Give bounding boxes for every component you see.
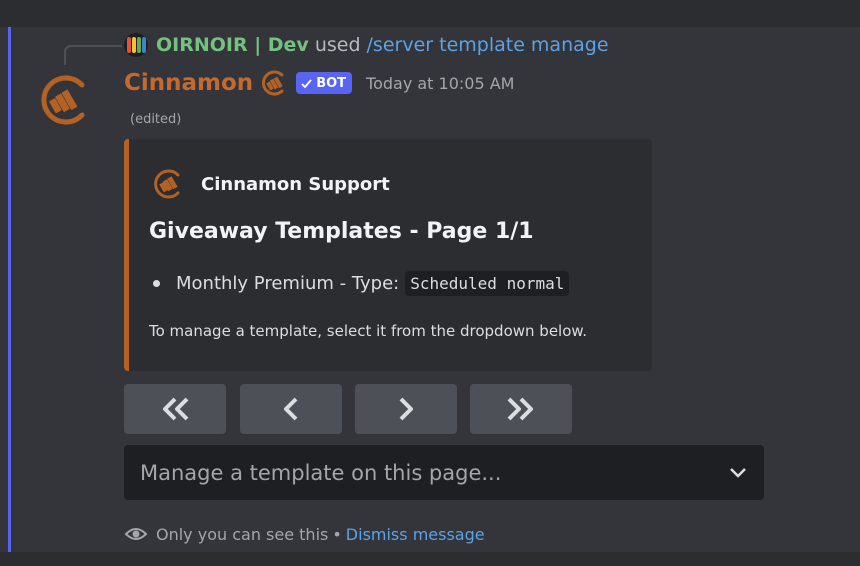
embed-list-item: Monthly Premium - Type: Scheduled normal (153, 271, 570, 296)
bot-avatar[interactable] (36, 71, 94, 129)
template-type-code: Scheduled normal (405, 271, 570, 296)
embed-author: Cinnamon Support (151, 167, 390, 201)
embed-description: To manage a template, select it from the… (149, 322, 588, 340)
reply-spine (64, 45, 122, 65)
embed-title: Giveaway Templates - Page 1/1 (149, 219, 534, 244)
highlight-bar (8, 27, 11, 552)
embed: Cinnamon Support Giveaway Templates - Pa… (124, 139, 652, 371)
bot-tag-label: BOT (316, 75, 347, 91)
top-strip (0, 0, 860, 27)
select-placeholder: Manage a template on this page... (140, 460, 502, 485)
dismiss-message-link[interactable]: Dismiss message (346, 525, 485, 544)
embed-author-icon (154, 169, 180, 199)
eye-icon (124, 528, 148, 540)
bot-tag: BOT (296, 72, 353, 94)
verified-check-icon (301, 78, 312, 88)
chevron-left-icon (284, 397, 298, 421)
double-chevron-right-icon (507, 397, 533, 421)
visibility-note: Only you can see this (156, 524, 329, 544)
first-page-button[interactable] (124, 384, 226, 434)
edited-label: (edited) (130, 112, 182, 127)
bottom-strip (0, 552, 860, 566)
cinnamon-logo-icon (262, 70, 284, 96)
next-page-button[interactable] (355, 384, 457, 434)
command-used-label: used (314, 34, 361, 56)
double-chevron-left-icon (163, 397, 189, 421)
message-header: Cinnamon BOT Today at 10:05 AM (124, 68, 514, 98)
chevron-down-icon (730, 467, 746, 478)
chevron-right-icon (399, 397, 413, 421)
slash-command-line: OIRNOIR | Dev used /server template mana… (124, 33, 609, 57)
bot-name[interactable]: Cinnamon (124, 70, 253, 96)
command-user-name[interactable]: OIRNOIR | Dev (156, 34, 309, 56)
footer-separator: • (332, 524, 342, 544)
last-page-button[interactable] (470, 384, 572, 434)
bullet-icon (153, 280, 160, 287)
ephemeral-footer: Only you can see this • Dismiss message (124, 522, 485, 546)
command-name[interactable]: /server template manage (367, 34, 609, 56)
template-select-dropdown[interactable]: Manage a template on this page... (124, 445, 764, 500)
timestamp[interactable]: Today at 10:05 AM (366, 74, 514, 93)
command-user-avatar[interactable] (124, 33, 148, 57)
template-name: Monthly Premium - Type: (176, 273, 400, 294)
embed-author-name: Cinnamon Support (201, 173, 390, 195)
previous-page-button[interactable] (240, 384, 342, 434)
